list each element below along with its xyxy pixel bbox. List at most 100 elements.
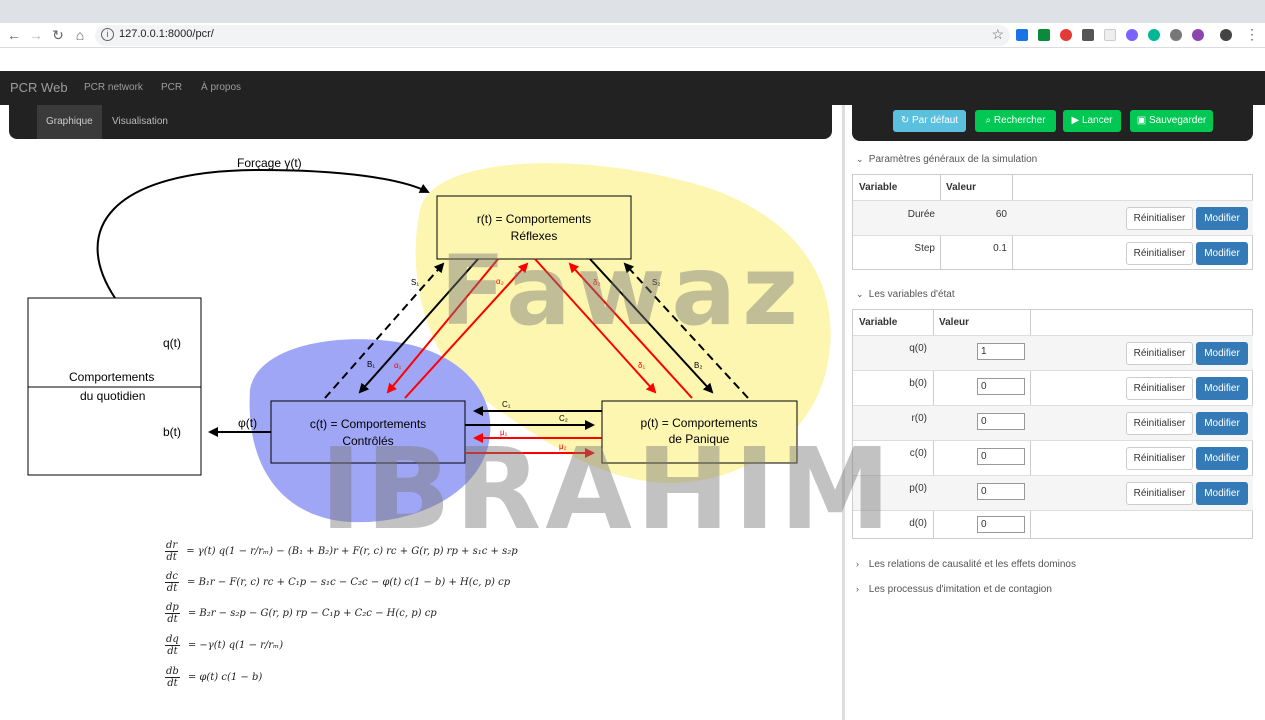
b1-label: B₁ [367,360,375,369]
extension-icon[interactable] [1148,29,1160,41]
reload-icon[interactable]: ↻ [49,26,67,44]
forcing-label: Forçage γ(t) [237,156,302,170]
reset-button[interactable]: Réinitialiser [1126,342,1193,365]
state-row-name: c(0) [909,448,927,459]
eq-lhs-num: dc [165,571,180,583]
default-button[interactable]: ↻ Par défaut [893,110,966,132]
eq-rhs: = γ(t) q(1 − r/rₘ) − (B₁ + B₂)r + F(r, c… [186,546,518,557]
eq-rhs: = φ(t) c(1 − b) [187,672,263,683]
extension-icon[interactable] [1126,29,1138,41]
reset-button[interactable]: Réinitialiser [1126,207,1193,230]
reset-button[interactable]: Réinitialiser [1126,447,1193,470]
extension-icon[interactable] [1104,29,1116,41]
equation-dr: dr dt = γ(t) q(1 − r/rₘ) − (B₁ + B₂)r + … [165,540,518,563]
state-value-input[interactable]: 0 [977,448,1025,465]
s2-label: S₂ [652,278,660,287]
state-row-name: b(0) [909,378,927,389]
modify-button[interactable]: Modifier [1196,207,1248,230]
reset-button[interactable]: Réinitialiser [1126,242,1193,265]
state-row-name: p(0) [909,483,927,494]
eq-lhs-den: dt [166,552,177,563]
pcr-diagram: Forçage γ(t) q(t) Comportements du quoti… [27,156,831,523]
state-value-input[interactable]: 0 [977,516,1025,533]
reset-button[interactable]: Réinitialiser [1126,412,1193,435]
modify-button[interactable]: Modifier [1196,412,1248,435]
eq-lhs-num: dr [165,540,179,552]
site-info-icon[interactable]: i [101,28,114,41]
modify-button[interactable]: Modifier [1196,242,1248,265]
phi-label: φ(t) [238,416,257,430]
sim-col-variable: Variable [859,182,898,193]
tab-graphique[interactable]: Graphique [37,105,102,139]
delta1-label: δ₁ [638,361,645,370]
sim-params-header[interactable]: ⌄ Paramètres généraux de la simulation [856,154,1037,165]
eq-lhs-den: dt [167,614,178,625]
default-button-label: Par défaut [912,115,959,126]
view-subnav: Graphique Visualisation [9,105,832,139]
extension-icon[interactable] [1038,29,1050,41]
nav-item-pcr[interactable]: PCR [161,82,182,93]
run-button-label: Lancer [1081,115,1113,126]
eq-lhs-num: dq [165,634,180,646]
c2-label: C₂ [559,414,568,423]
tab-visualisation[interactable]: Visualisation [103,105,177,139]
r-box-line1: r(t) = Comportements [477,212,591,226]
profile-avatar[interactable] [1220,29,1232,41]
browser-menu-icon[interactable]: ⋮ [1245,26,1259,43]
state-vars-table: Variable Valeur q(0) 1 Réinitialiser Mod… [852,309,1253,539]
modify-button[interactable]: Modifier [1196,447,1248,470]
panel-divider [842,105,845,720]
modify-button[interactable]: Modifier [1196,342,1248,365]
state-vars-header[interactable]: ⌄ Les variables d'état [856,289,955,300]
causality-section-title: Les relations de causalité et les effets… [868,559,1076,570]
c-box [270,400,466,464]
bookmark-star-icon[interactable]: ☆ [991,26,1004,43]
nav-item-about[interactable]: À propos [201,82,241,93]
run-button[interactable]: ▶ Lancer [1063,110,1121,132]
causality-section-header[interactable]: › Les relations de causalité et les effe… [856,559,1076,570]
extension-icon[interactable] [1170,29,1182,41]
extension-icon[interactable] [1082,29,1094,41]
imitation-section-title: Les processus d'imitation et de contagio… [868,584,1052,595]
address-bar[interactable]: i 127.0.0.1:8000/pcr/ ☆ [95,25,1010,46]
eq-lhs-den: dt [166,583,178,594]
eq-rhs: = B₂r − s₂p − G(r, p) rp − C₁p + C₂c − H… [187,608,437,619]
extension-icon[interactable] [1016,29,1028,41]
p-box-line2: de Panique [669,432,730,446]
home-icon[interactable]: ⌂ [71,26,89,44]
equation-dp: dp dt = B₂r − s₂p − G(r, p) rp − C₁p + C… [165,602,437,625]
reset-button[interactable]: Réinitialiser [1126,377,1193,400]
modify-button[interactable]: Modifier [1196,482,1248,505]
search-button-label: Rechercher [993,115,1046,126]
equation-db: db dt = φ(t) c(1 − b) [165,666,262,689]
forward-icon[interactable]: → [27,26,45,44]
save-button[interactable]: ▣ Sauvegarder [1130,110,1213,132]
state-value-input[interactable]: 0 [977,378,1025,395]
eq-lhs-num: db [165,666,180,678]
nav-item-pcr-network[interactable]: PCR network [84,82,143,93]
eq-lhs-num: dp [165,602,180,614]
sim-params-table: Variable Valeur Durée 60 Réinitialiser M… [852,174,1253,270]
daily-box-title-1: Comportements [69,370,154,384]
alpha2-label: α₂ [496,277,504,286]
state-value-input[interactable]: 0 [977,413,1025,430]
c-box-line1: c(t) = Comportements [310,417,426,431]
chevron-right-icon: › [856,559,859,569]
eq-lhs-den: dt [167,646,178,657]
extension-icon[interactable] [1060,29,1072,41]
search-button[interactable]: ⌕ Rechercher [975,110,1056,132]
eq-rhs: = B₁r − F(r, c) rc + C₁p − s₁c − C₂c − φ… [187,577,511,588]
modify-button[interactable]: Modifier [1196,377,1248,400]
table-row: Durée 60 Réinitialiser Modifier [853,200,1253,235]
state-value-input[interactable]: 1 [977,343,1025,360]
navbar-brand[interactable]: PCR Web [10,80,68,95]
reset-button[interactable]: Réinitialiser [1126,482,1193,505]
browser-toolbar: ← → ↻ ⌂ i 127.0.0.1:8000/pcr/ ☆ ⋮ [0,23,1265,48]
extension-icon[interactable] [1192,29,1204,41]
state-value-input[interactable]: 0 [977,483,1025,500]
c-box-line2: Contrôlés [342,434,393,448]
sim-row-name: Durée [907,209,935,220]
back-icon[interactable]: ← [5,26,23,44]
imitation-section-header[interactable]: › Les processus d'imitation et de contag… [856,584,1052,595]
state-vars-title: Les variables d'état [868,289,955,300]
